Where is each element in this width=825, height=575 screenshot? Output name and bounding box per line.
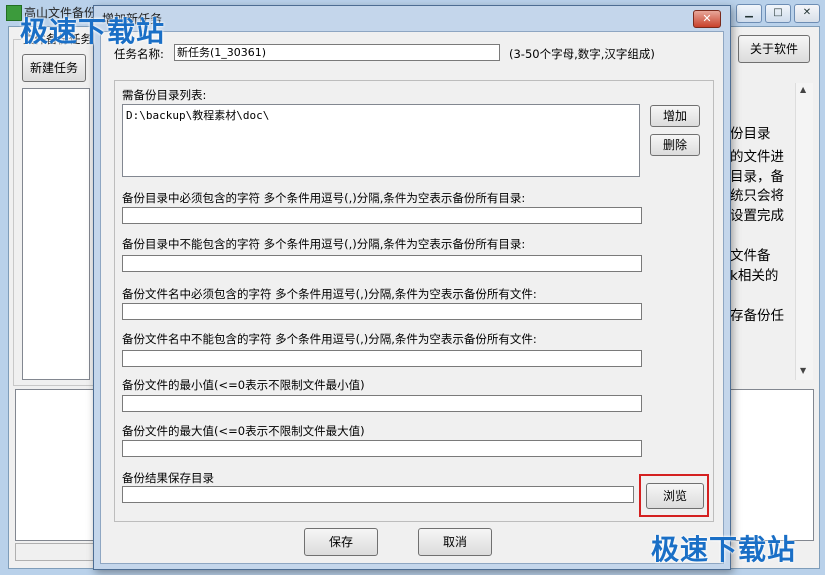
dir-list[interactable]: D:\backup\教程素材\doc\ bbox=[122, 104, 640, 177]
new-task-button[interactable]: 新建任务 bbox=[22, 54, 86, 82]
filter-label: 备份文件名中不能包含的字符 多个条件用逗号(,)分隔,条件为空表示备份所有文件: bbox=[122, 332, 537, 346]
save-button[interactable]: 保存 bbox=[304, 528, 378, 556]
dialog-close-icon[interactable]: ✕ bbox=[693, 10, 721, 28]
dialog-client-area: 任务名称: 新任务(1_30361) (3-50个字母,数字,汉字组成) 需备份… bbox=[100, 31, 724, 564]
filter-label: 备份文件名中必须包含的字符 多个条件用逗号(,)分隔,条件为空表示备份所有文件: bbox=[122, 287, 537, 301]
browse-button[interactable]: 浏览 bbox=[646, 483, 704, 509]
scroll-up-icon[interactable]: ▲ bbox=[800, 85, 806, 94]
filter-label: 备份文件的最小值(<=0表示不限制文件最小值) bbox=[122, 378, 365, 392]
minimize-icon[interactable]: ▁ bbox=[736, 4, 762, 23]
file-exclude-input[interactable] bbox=[122, 350, 642, 367]
close-icon[interactable]: ✕ bbox=[794, 4, 820, 23]
log-area-left[interactable] bbox=[15, 389, 97, 541]
help-line: 设置完成 bbox=[730, 208, 784, 224]
watermark-logo: 极速下载站 bbox=[20, 15, 166, 48]
help-line: 份目录 bbox=[730, 126, 771, 142]
about-button[interactable]: 关于软件 bbox=[738, 35, 810, 63]
help-line: 存备份任 bbox=[730, 308, 784, 324]
file-include-input[interactable] bbox=[122, 303, 642, 320]
help-line: 文件备 bbox=[730, 248, 771, 264]
dir-include-input[interactable] bbox=[122, 207, 642, 224]
task-name-hint: (3-50个字母,数字,汉字组成) bbox=[509, 47, 655, 61]
maximize-icon[interactable]: □ bbox=[765, 4, 791, 23]
filter-label: 备份目录中必须包含的字符 多个条件用逗号(,)分隔,条件为空表示备份所有目录: bbox=[122, 191, 526, 205]
dir-list-label: 需备份目录列表: bbox=[122, 88, 207, 102]
log-area-right[interactable] bbox=[730, 389, 814, 541]
help-line: 目录，备 bbox=[730, 169, 784, 185]
watermark-logo: 极速下载站 bbox=[651, 533, 797, 566]
help-scrollbar[interactable]: ▲ ▼ bbox=[795, 83, 813, 380]
result-dir-input[interactable] bbox=[122, 486, 634, 503]
options-group: 需备份目录列表: D:\backup\教程素材\doc\ 增加 删除 备份目录中… bbox=[114, 80, 714, 522]
task-list[interactable] bbox=[22, 88, 90, 380]
help-line: 统只会将 bbox=[730, 188, 784, 204]
delete-dir-button[interactable]: 删除 bbox=[650, 134, 700, 156]
filter-label: 备份目录中不能包含的字符 多个条件用逗号(,)分隔,条件为空表示备份所有目录: bbox=[122, 237, 526, 251]
max-size-input[interactable] bbox=[122, 440, 642, 457]
task-name-input[interactable]: 新任务(1_30361) bbox=[174, 44, 500, 61]
help-line: k相关的 bbox=[730, 268, 779, 284]
scroll-down-icon[interactable]: ▼ bbox=[800, 366, 806, 375]
dir-exclude-input[interactable] bbox=[122, 255, 642, 272]
result-dir-label: 备份结果保存目录 bbox=[122, 471, 214, 485]
status-bar-left bbox=[15, 543, 97, 561]
filter-label: 备份文件的最大值(<=0表示不限制文件最大值) bbox=[122, 424, 365, 438]
add-task-dialog: 增加新任务 ✕ 任务名称: 新任务(1_30361) (3-50个字母,数字,汉… bbox=[93, 5, 731, 570]
min-size-input[interactable] bbox=[122, 395, 642, 412]
dir-list-item[interactable]: D:\backup\教程素材\doc\ bbox=[123, 105, 639, 125]
add-dir-button[interactable]: 增加 bbox=[650, 105, 700, 127]
help-line: 的文件进 bbox=[730, 149, 784, 165]
cancel-button[interactable]: 取消 bbox=[418, 528, 492, 556]
